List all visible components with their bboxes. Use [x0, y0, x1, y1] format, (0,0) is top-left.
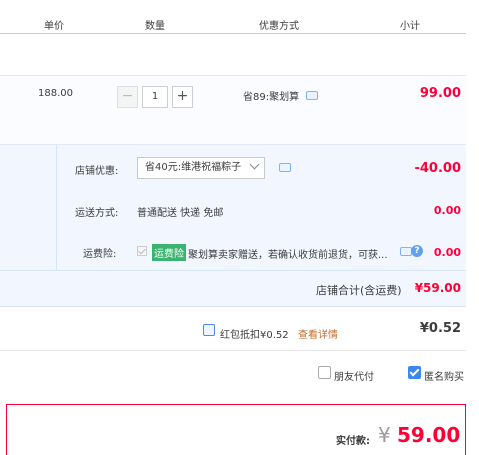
header-promo: 优惠方式	[259, 21, 299, 32]
quantity-minus-button[interactable]: −	[117, 86, 138, 108]
shipping-method: 普通配送 快递 免邮	[137, 208, 224, 219]
header-subtotal: 小计	[400, 21, 420, 32]
divider	[0, 270, 466, 271]
header-quantity: 数量	[145, 21, 165, 32]
payment-currency: ¥	[378, 423, 391, 447]
chevron-down-icon	[249, 159, 260, 170]
payment-amount: 59.00	[397, 423, 461, 447]
redpacket-value: ¥0.52	[419, 321, 461, 336]
shop-discount-value: -40.00	[414, 161, 461, 176]
insurance-description: 聚划算卖家赠送，若确认收货前退货，可获...	[188, 250, 388, 261]
chat-icon[interactable]	[306, 91, 318, 100]
shop-discount-selected: 省40元:维港祝福粽子	[145, 162, 242, 173]
question-icon[interactable]: ?	[411, 245, 423, 257]
divider	[56, 145, 57, 271]
insurance-label: 运费险:	[83, 249, 117, 260]
insurance-checkbox[interactable]	[137, 246, 147, 256]
quantity-input[interactable]: 1	[142, 86, 168, 108]
anonymous-label: 匿名购买	[424, 372, 464, 383]
shipping-value: 0.00	[433, 204, 461, 217]
quantity-plus-button[interactable]: +	[172, 86, 193, 108]
shop-discount-label: 店铺优惠:	[75, 166, 119, 177]
divider	[0, 350, 466, 351]
shop-total-label: 店铺合计(含运费)	[316, 284, 402, 297]
redpacket-label: 红包抵扣¥0.52	[220, 330, 289, 341]
header-price: 单价	[44, 21, 64, 32]
shop-total-value: ¥59.00	[414, 281, 461, 295]
redpacket-checkbox[interactable]	[203, 324, 215, 336]
friend-pay-label: 朋友代付	[334, 372, 374, 383]
item-subtotal: 99.00	[419, 86, 461, 101]
table-header: 单价 数量 优惠方式 小计	[0, 0, 466, 34]
order-item-row	[0, 75, 466, 145]
insurance-value: 0.00	[433, 246, 461, 259]
item-promo-text: 省89:聚划算	[243, 92, 300, 103]
insurance-tag: 运费险	[152, 244, 186, 261]
shop-discount-select[interactable]: 省40元:维港祝福粽子	[137, 157, 265, 179]
redpacket-details-link[interactable]: 查看详情	[298, 326, 338, 341]
payment-label: 实付款:	[336, 436, 370, 447]
shipping-label: 运送方式:	[75, 208, 119, 219]
friend-pay-checkbox[interactable]	[318, 366, 331, 379]
chat-icon[interactable]	[279, 163, 291, 172]
anonymous-checkbox[interactable]	[408, 366, 421, 379]
unit-price: 188.00	[38, 88, 73, 99]
